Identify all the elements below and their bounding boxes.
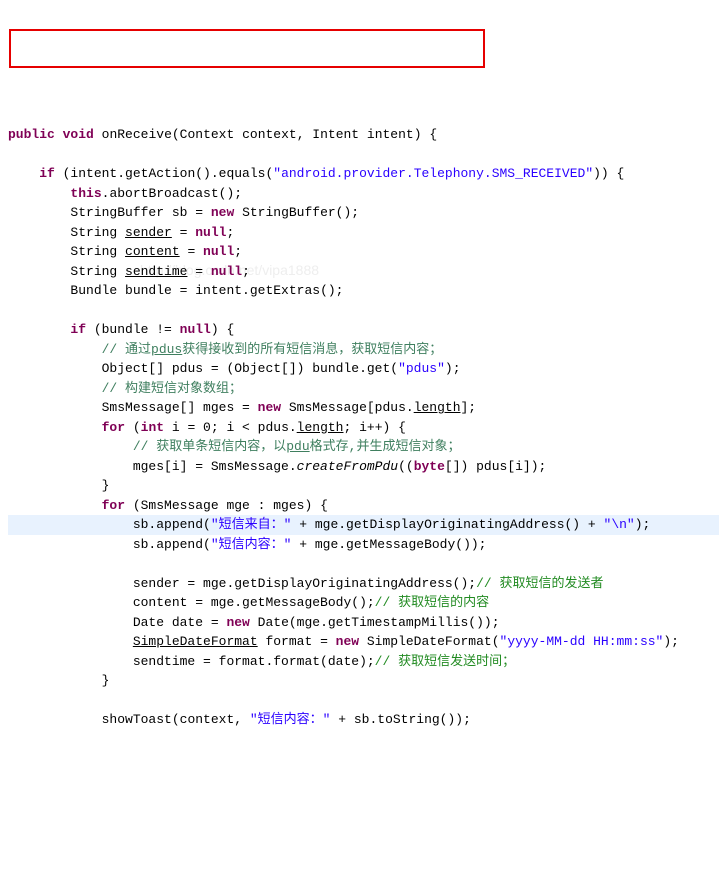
line-7: String sendtime = null; <box>70 264 249 279</box>
line-5: String sender = null; <box>70 225 234 240</box>
code-editor: public void onReceive(Context context, I… <box>8 125 719 730</box>
line-25: sendtime = format.format(date);// 获取短信发送… <box>133 654 515 669</box>
line-22: content = mge.getMessageBody();// 获取短信的内… <box>133 595 489 610</box>
line-9: if (bundle != null) { <box>70 322 234 337</box>
line-1: public void onReceive(Context context, I… <box>8 127 437 142</box>
line-21: sender = mge.getDisplayOriginatingAddres… <box>133 576 604 591</box>
line-11: Object[] pdus = (Object[]) bundle.get("p… <box>102 361 461 376</box>
line-2: if (intent.getAction().equals("android.p… <box>39 166 624 181</box>
line-4: StringBuffer sb = new StringBuffer(); <box>70 205 359 220</box>
line-19-highlighted: sb.append("短信来自：" + mge.getDisplayOrigin… <box>8 515 719 535</box>
line-24: SimpleDateFormat format = new SimpleDate… <box>133 634 679 649</box>
line-17: } <box>102 478 110 493</box>
line-3-abort: this.abortBroadcast(); <box>70 186 242 201</box>
line-26: } <box>102 673 110 688</box>
line-16: mges[i] = SmsMessage.createFromPdu((byte… <box>133 459 547 474</box>
line-13: SmsMessage[] mges = new SmsMessage[pdus.… <box>102 400 476 415</box>
line-20: sb.append("短信内容：" + mge.getMessageBody()… <box>133 537 487 552</box>
line-6: String content = null; <box>70 244 242 259</box>
line-18: for (SmsMessage mge : mges) { <box>102 498 328 513</box>
line-10-comment: // 通过pdus获得接收到的所有短信消息，获取短信内容； <box>102 342 443 357</box>
line-8: Bundle bundle = intent.getExtras(); <box>70 283 343 298</box>
line-27: showToast(context, "短信内容：" + sb.toString… <box>102 712 471 727</box>
red-highlight-box <box>9 29 485 68</box>
line-15-comment: // 获取单条短信内容，以pdu格式存,并生成短信对象； <box>133 439 461 454</box>
line-12-comment: // 构建短信对象数组； <box>102 381 242 396</box>
line-14: for (int i = 0; i < pdus.length; i++) { <box>102 420 406 435</box>
line-23: Date date = new Date(mge.getTimestampMil… <box>133 615 500 630</box>
